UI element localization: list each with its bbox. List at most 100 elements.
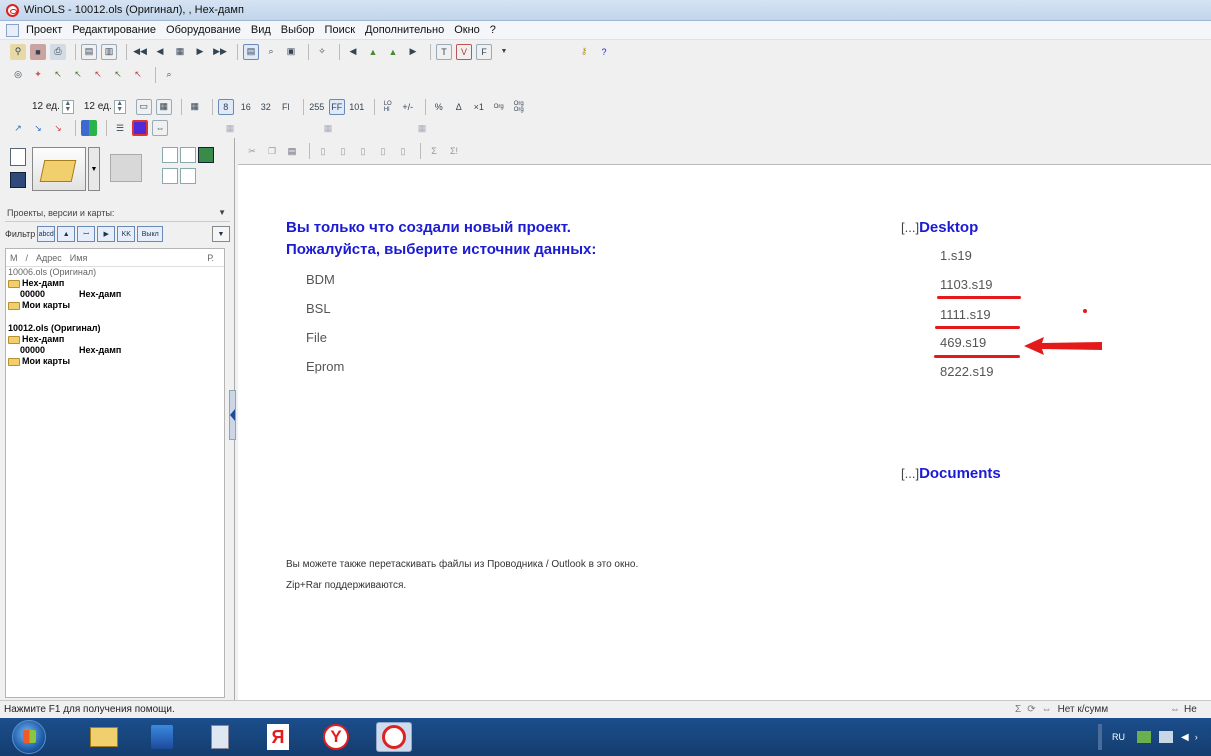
menu-help[interactable]: ? <box>489 24 497 36</box>
doc-pct-icon[interactable]: ▯ <box>395 143 411 159</box>
panel-splitter[interactable] <box>229 390 236 440</box>
menu-project[interactable]: Проект <box>25 24 63 36</box>
bit16-icon[interactable]: 16 <box>238 99 254 115</box>
wand-icon[interactable]: ✧ <box>314 44 330 60</box>
dropdown-arrow-icon[interactable]: ▼ <box>496 44 512 60</box>
network-icon[interactable] <box>1137 731 1151 743</box>
lohi-icon[interactable]: LO HI <box>380 99 396 115</box>
pin-icon[interactable]: ✦ <box>30 67 46 83</box>
unit-selector-2[interactable]: 12 ед. <box>84 101 112 112</box>
map-view-icon[interactable]: ▣ <box>283 44 299 60</box>
menu-select[interactable]: Выбор <box>280 24 316 36</box>
tree-item[interactable]: Мои карты <box>6 300 224 311</box>
document-menu-icon[interactable] <box>6 23 19 37</box>
yandex-taskbar-icon[interactable]: Я <box>260 722 296 752</box>
export-icon[interactable] <box>180 168 196 184</box>
menu-extra[interactable]: Дополнительно <box>364 24 445 36</box>
winols-taskbar-icon[interactable] <box>376 722 412 752</box>
doc-add-icon[interactable]: ▯ <box>315 143 331 159</box>
list-icon[interactable]: ☰ <box>112 120 128 136</box>
doc-mul-icon[interactable]: ▯ <box>355 143 371 159</box>
compare-versions-icon[interactable] <box>180 147 196 163</box>
tray-more-icon[interactable]: › <box>1195 732 1198 742</box>
import-icon[interactable] <box>110 154 142 182</box>
map-tool5-icon[interactable]: ↖ <box>130 67 146 83</box>
explorer-taskbar-icon[interactable] <box>86 722 122 752</box>
source-eprom-link[interactable]: Eprom <box>306 359 344 374</box>
volume-icon[interactable]: ◀ <box>1181 732 1189 743</box>
layout-icon[interactable]: ▦ <box>187 99 203 115</box>
save-icon[interactable] <box>10 172 26 188</box>
documents-folder-link[interactable]: [...]Documents <box>901 465 1001 482</box>
tree-item[interactable]: Hex-дамп <box>6 334 224 345</box>
calculator-taskbar-icon[interactable] <box>202 722 238 752</box>
bit8-icon[interactable]: 8 <box>217 98 234 115</box>
bit32-icon[interactable]: 32 <box>258 99 274 115</box>
context-help-icon[interactable]: ? <box>596 44 612 60</box>
value-icon[interactable]: V <box>456 43 472 60</box>
monitor-icon[interactable] <box>1159 731 1173 743</box>
col-name[interactable]: Имя <box>70 253 88 263</box>
tree-item[interactable]: 00000 Hex-дамп <box>6 289 224 300</box>
dec-icon[interactable]: 255 <box>309 99 325 115</box>
language-indicator[interactable]: RU <box>1112 732 1125 742</box>
tree-item[interactable]: 00000 Hex-дамп <box>6 345 224 356</box>
new-project-icon[interactable] <box>10 148 26 166</box>
start-button[interactable] <box>12 720 46 754</box>
project-view-dropdown[interactable]: Проекты, версии и карты: ▼ <box>5 204 230 222</box>
map-tool1-icon[interactable]: ↖ <box>50 67 66 83</box>
map-tool4-icon[interactable]: ↖ <box>110 67 126 83</box>
copy-icon[interactable]: ❐ <box>264 143 280 159</box>
doc-div-icon[interactable]: ▯ <box>375 143 391 159</box>
filter-kk-button[interactable]: KK <box>117 226 136 242</box>
filter-text-button[interactable]: abcd <box>37 226 56 242</box>
paste-icon[interactable]: ▤ <box>284 143 300 159</box>
factor-icon[interactable]: ×1 <box>471 99 487 115</box>
chart-up-icon[interactable]: ↗ <box>10 120 26 136</box>
desktop-folder-link[interactable]: [...]Desktop <box>901 219 978 236</box>
file-link-1103[interactable]: 1103.s19 <box>940 277 993 292</box>
org-compare-icon[interactable]: Org Org <box>511 99 527 115</box>
file-link-1111[interactable]: 1111.s19 <box>940 307 991 322</box>
filter-off-button[interactable]: Выкл <box>137 226 164 242</box>
original-icon[interactable]: Org <box>491 99 507 115</box>
tree-item[interactable]: 10006.ols (Оригинал) <box>6 267 224 278</box>
grid-icon[interactable]: ▦ <box>172 44 188 60</box>
back-icon[interactable]: ◀ <box>345 44 361 60</box>
unit-selector-1[interactable]: 12 ед. <box>32 101 60 112</box>
delta-icon[interactable]: Δ <box>451 99 467 115</box>
project-tree[interactable]: М / Адрес Имя Р. 10006.ols (Оригинал) Hex… <box>5 248 225 698</box>
hardware-icon[interactable]: ■ <box>30 43 46 60</box>
yandex-browser-taskbar-icon[interactable]: Y <box>318 722 354 752</box>
key-icon[interactable]: ⚷ <box>576 44 592 60</box>
text-icon[interactable]: T <box>436 43 452 60</box>
unit-spin-1[interactable]: ▲ ▼ <box>61 99 74 114</box>
col-m[interactable]: М <box>10 253 18 263</box>
menu-edit[interactable]: Редактирование <box>71 24 157 36</box>
online-icon[interactable] <box>198 147 214 163</box>
file-link-8222[interactable]: 8222.s19 <box>940 364 994 379</box>
next-icon[interactable]: ▶ <box>192 44 208 60</box>
app-taskbar-icon[interactable] <box>144 722 180 752</box>
prev-icon[interactable]: ◀ <box>152 44 168 60</box>
columns-icon[interactable]: ▥ <box>101 43 117 60</box>
chart-down-icon[interactable]: ↘ <box>30 120 46 136</box>
width-icon[interactable]: ▭ <box>135 98 152 115</box>
sign-icon[interactable]: +/- <box>400 99 416 115</box>
grid-view-icon[interactable]: ▦ <box>155 98 172 115</box>
menu-window[interactable]: Окно <box>453 24 481 36</box>
source-bdm-link[interactable]: BDM <box>306 272 335 287</box>
tree-item[interactable]: 10012.ols (Оригинал) <box>6 323 224 334</box>
hill-icon[interactable]: ▲ <box>365 44 381 60</box>
source-bsl-link[interactable]: BSL <box>306 301 331 316</box>
col-sort[interactable]: / <box>26 253 29 263</box>
add-version-icon[interactable] <box>162 147 178 163</box>
hex-icon[interactable]: FF <box>328 98 345 115</box>
sum-icon[interactable]: Σ! <box>446 143 462 159</box>
last-icon[interactable]: ▶▶ <box>212 44 228 60</box>
forward-icon[interactable]: ▶ <box>405 44 421 60</box>
filter-line-button[interactable]: ꟷ <box>77 226 96 242</box>
filter-triangle-button[interactable]: ▲ <box>57 226 76 242</box>
percent-icon[interactable]: % <box>431 99 447 115</box>
sum-check-icon[interactable]: Σ <box>426 143 442 159</box>
